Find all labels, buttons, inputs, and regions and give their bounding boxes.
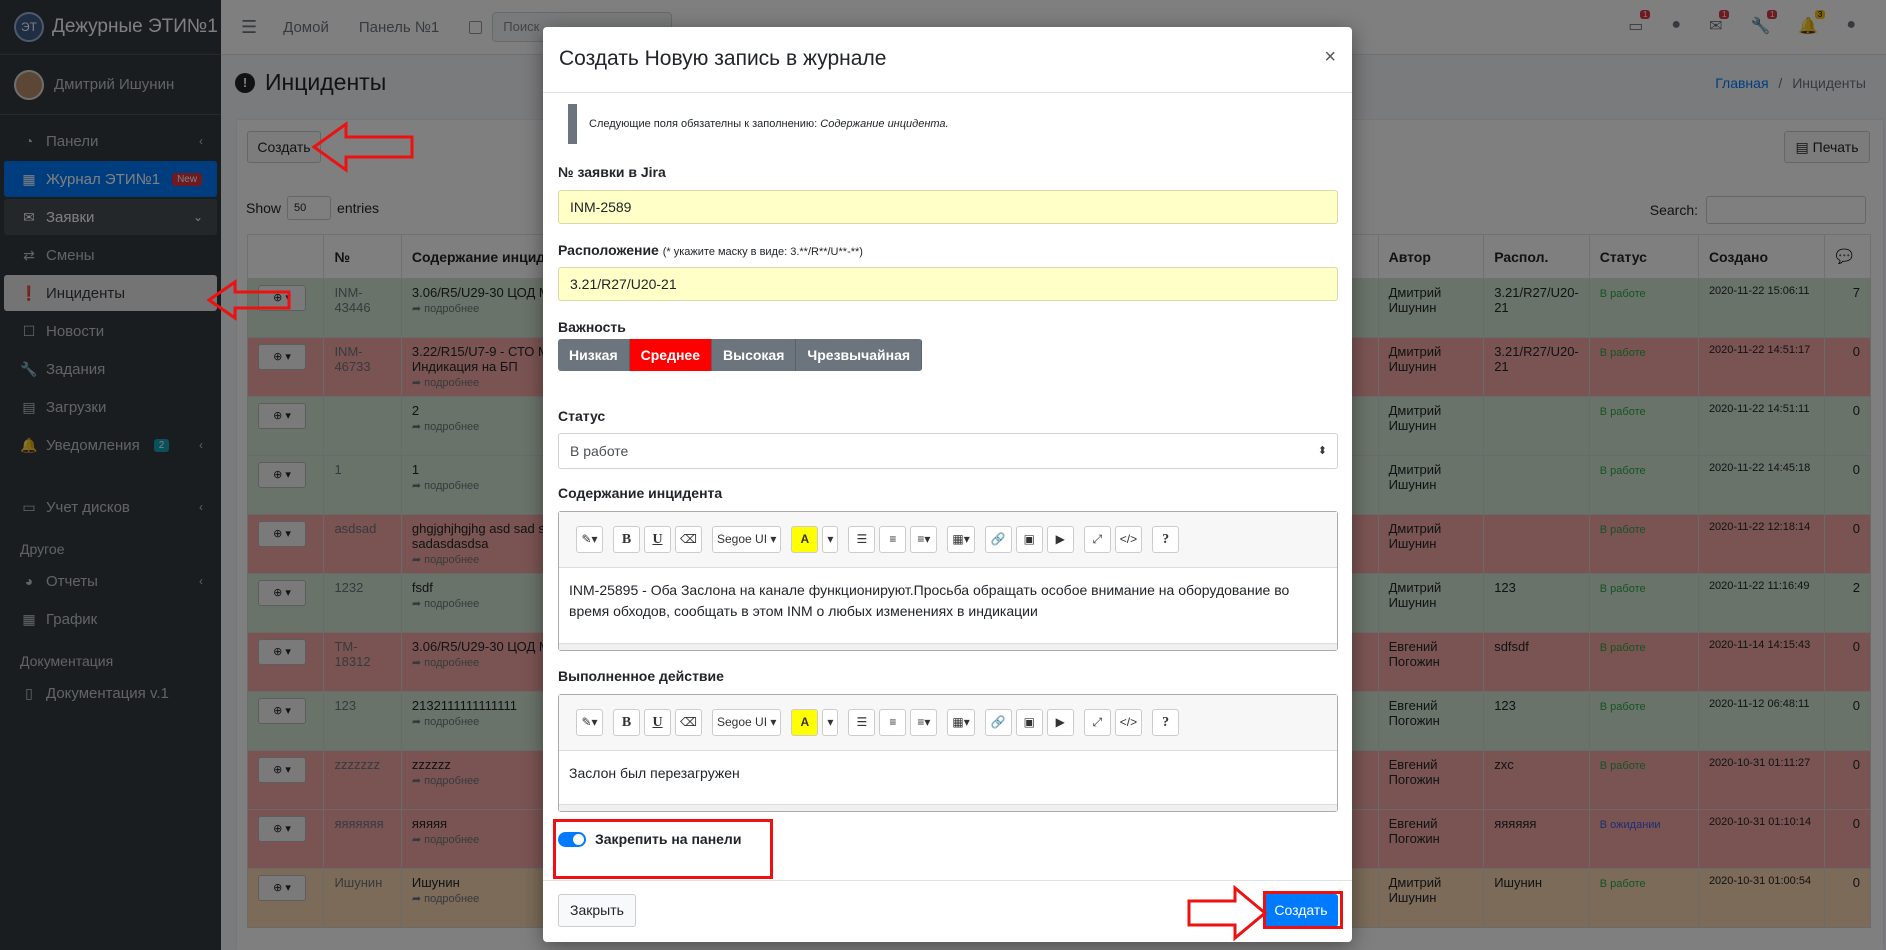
- unordered-list-icon[interactable]: ☰: [848, 526, 876, 553]
- required-note: Следующие поля обязателны к заполнению:: [589, 118, 818, 130]
- importance-button-group: Низкая Среднее Высокая Чрезвычайная: [558, 339, 923, 371]
- eraser-icon[interactable]: ⌫: [675, 709, 702, 736]
- jira-input[interactable]: INM-2589: [558, 190, 1338, 224]
- editor-resize-handle[interactable]: [559, 643, 1337, 650]
- underline-button[interactable]: U: [644, 526, 671, 553]
- highlight-color-button[interactable]: A: [791, 526, 819, 553]
- picture-icon[interactable]: ▣: [1015, 526, 1043, 553]
- code-view-icon[interactable]: </>: [1114, 709, 1143, 736]
- location-hint: (* укажите маску в виде: 3.**/R**/U**-**…: [662, 246, 863, 258]
- importance-medium-button[interactable]: Среднее: [629, 339, 713, 371]
- action-label: Выполненное действие: [558, 668, 724, 684]
- video-icon[interactable]: ▶: [1046, 709, 1074, 736]
- modal-footer: Закрыть Создать: [543, 880, 1352, 942]
- action-editor: ✎▾ B U ⌫ Segoe UI ▾ A ▾ ☰ ≡ ≡▾ ▦▾ 🔗 ▣ ▶ …: [558, 694, 1338, 812]
- bold-button[interactable]: B: [613, 526, 640, 553]
- close-icon[interactable]: ×: [1324, 47, 1336, 72]
- annotation-box-pin-switch: [553, 819, 773, 879]
- ordered-list-icon[interactable]: ≡: [879, 526, 907, 553]
- content-editor-text[interactable]: INM-25895 - Оба Заслона на канале функци…: [559, 568, 1337, 634]
- picture-icon[interactable]: ▣: [1015, 709, 1043, 736]
- content-editor: ✎▾ B U ⌫ Segoe UI ▾ A ▾ ☰ ≡ ≡▾ ▦▾ 🔗 ▣ ▶ …: [558, 511, 1338, 651]
- editor-resize-handle[interactable]: [559, 804, 1337, 811]
- help-icon[interactable]: ?: [1152, 526, 1180, 553]
- link-icon[interactable]: 🔗: [984, 526, 1012, 553]
- close-button[interactable]: Закрыть: [558, 894, 636, 927]
- content-label: Содержание инцидента: [558, 485, 723, 501]
- importance-low-button[interactable]: Низкая: [558, 339, 630, 371]
- importance-critical-button[interactable]: Чрезвычайная: [796, 339, 923, 371]
- code-view-icon[interactable]: </>: [1114, 526, 1143, 553]
- fullscreen-icon[interactable]: ⤢: [1083, 526, 1111, 553]
- jira-label: № заявки в Jira: [558, 164, 666, 180]
- link-icon[interactable]: 🔗: [984, 709, 1012, 736]
- font-family-dropdown[interactable]: Segoe UI ▾: [712, 526, 782, 553]
- magic-wand-icon[interactable]: ✎▾: [576, 709, 603, 736]
- status-label: Статус: [558, 408, 606, 424]
- eraser-icon[interactable]: ⌫: [675, 526, 702, 553]
- highlight-color-button[interactable]: A: [791, 709, 819, 736]
- importance-label: Важность: [558, 319, 626, 335]
- create-entry-modal: Создать Новую запись в журнале × Следующ…: [543, 27, 1352, 942]
- required-field-name: Содержание инцидента.: [820, 118, 949, 130]
- content-editor-toolbar: ✎▾ B U ⌫ Segoe UI ▾ A ▾ ☰ ≡ ≡▾ ▦▾ 🔗 ▣ ▶ …: [559, 512, 1337, 568]
- modal-header: Создать Новую запись в журнале ×: [543, 27, 1352, 93]
- location-label: Расположение (* укажите маску в виде: 3.…: [558, 242, 863, 258]
- highlight-caret-icon[interactable]: ▾: [822, 526, 839, 553]
- importance-high-button[interactable]: Высокая: [712, 339, 797, 371]
- help-icon[interactable]: ?: [1152, 709, 1180, 736]
- action-editor-toolbar: ✎▾ B U ⌫ Segoe UI ▾ A ▾ ☰ ≡ ≡▾ ▦▾ 🔗 ▣ ▶ …: [559, 695, 1337, 751]
- unordered-list-icon[interactable]: ☰: [848, 709, 876, 736]
- fullscreen-icon[interactable]: ⤢: [1083, 709, 1111, 736]
- table-insert-icon[interactable]: ▦▾: [947, 526, 975, 553]
- status-select[interactable]: В работе ⬍: [558, 433, 1338, 469]
- location-label-text: Расположение: [558, 242, 659, 258]
- bold-button[interactable]: B: [613, 709, 640, 736]
- required-fields-callout: Следующие поля обязателны к заполнению: …: [568, 104, 1328, 144]
- font-family-dropdown[interactable]: Segoe UI ▾: [712, 709, 782, 736]
- align-dropdown-icon[interactable]: ≡▾: [910, 526, 938, 553]
- table-insert-icon[interactable]: ▦▾: [947, 709, 975, 736]
- highlight-caret-icon[interactable]: ▾: [822, 709, 839, 736]
- underline-button[interactable]: U: [644, 709, 671, 736]
- select-caret-icon: ⬍: [1317, 445, 1327, 457]
- action-editor-text[interactable]: Заслон был перезагружен: [559, 751, 1337, 796]
- modal-title: Создать Новую запись в журнале: [559, 47, 887, 70]
- video-icon[interactable]: ▶: [1046, 526, 1074, 553]
- annotation-box-submit: [1263, 891, 1343, 929]
- status-select-value: В работе: [570, 443, 629, 459]
- magic-wand-icon[interactable]: ✎▾: [576, 526, 603, 553]
- align-dropdown-icon[interactable]: ≡▾: [910, 709, 938, 736]
- ordered-list-icon[interactable]: ≡: [879, 709, 907, 736]
- location-input[interactable]: 3.21/R27/U20-21: [558, 267, 1338, 301]
